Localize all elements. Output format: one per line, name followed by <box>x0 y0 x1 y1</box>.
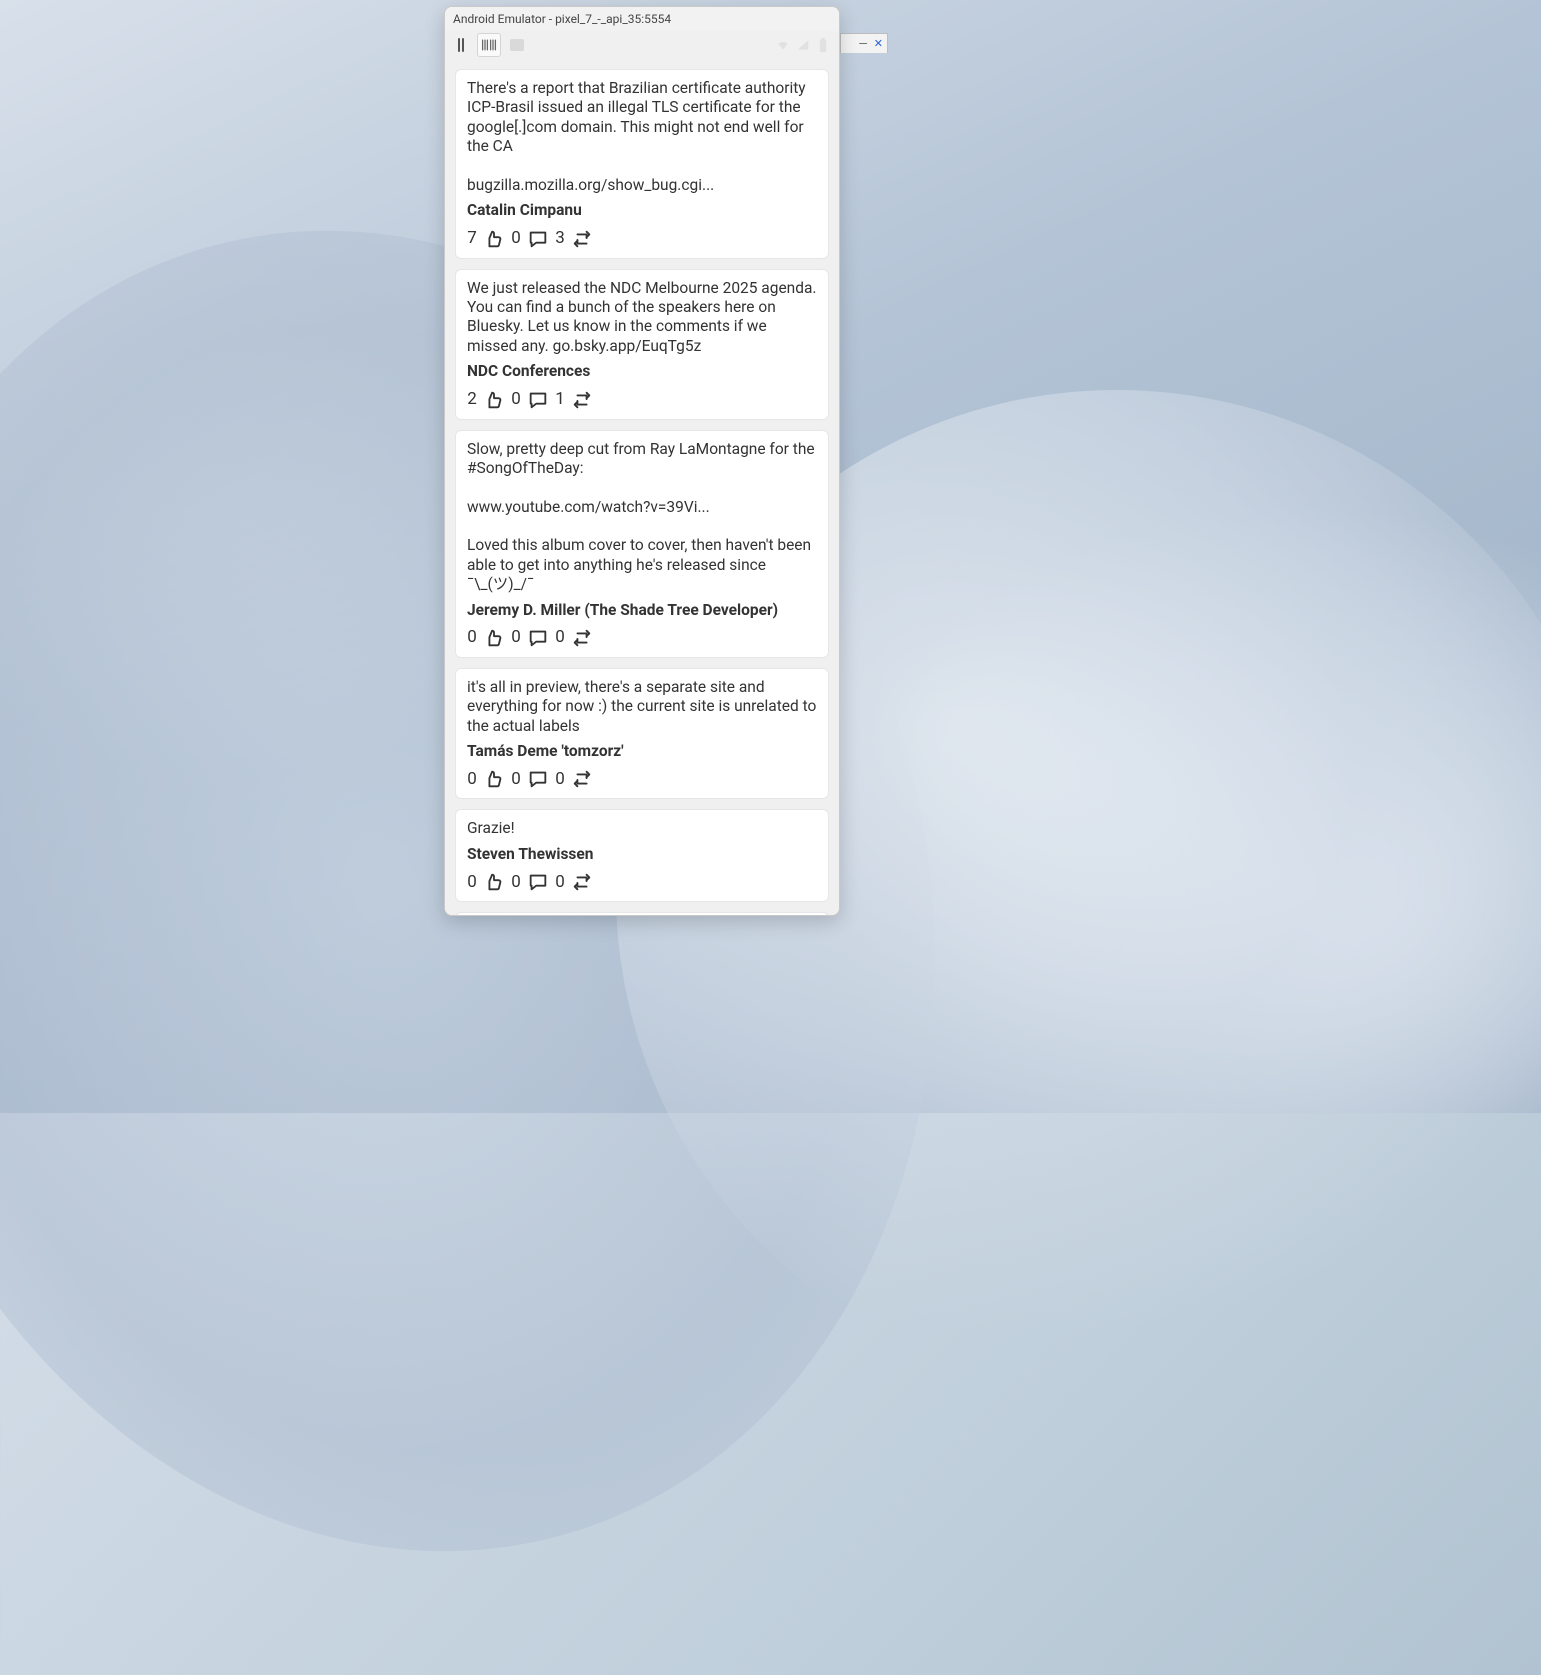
like-count: 0 <box>467 627 477 648</box>
post-body: it's all in preview, there's a separate … <box>467 678 817 736</box>
side-toolbar-titlebar[interactable]: — ✕ <box>840 33 888 53</box>
post-metrics: 7 0 3 <box>467 228 817 250</box>
post-author: Steven Thewissen <box>467 845 817 864</box>
reply-count: 0 <box>511 769 521 790</box>
repost-icon[interactable] <box>571 627 593 649</box>
battery-icon <box>815 37 831 53</box>
post-author: Catalin Cimpanu <box>467 201 817 220</box>
barcode-button[interactable] <box>477 33 501 57</box>
repost-icon[interactable] <box>571 871 593 893</box>
device-screen: There's a report that Brazilian certific… <box>445 31 839 916</box>
post-card[interactable]: Slow, pretty deep cut from Ray LaMontagn… <box>455 430 829 658</box>
repost-icon[interactable] <box>571 228 593 250</box>
reply-count: 0 <box>511 389 521 410</box>
repost-count: 0 <box>555 769 565 790</box>
reply-icon[interactable] <box>527 627 549 649</box>
repost-count: 3 <box>555 228 565 249</box>
like-icon[interactable] <box>483 228 505 250</box>
drag-handle-icon[interactable] <box>453 37 469 53</box>
reply-icon[interactable] <box>527 389 549 411</box>
card-icon <box>509 37 525 53</box>
reply-count: 0 <box>511 228 521 249</box>
post-card[interactable]: Just upgrade to an espresso martini to b… <box>455 912 829 916</box>
post-card[interactable]: We just released the NDC Melbourne 2025 … <box>455 269 829 420</box>
post-card[interactable]: it's all in preview, there's a separate … <box>455 668 829 800</box>
signal-icon <box>795 37 811 53</box>
like-icon[interactable] <box>483 768 505 790</box>
like-count: 0 <box>467 769 477 790</box>
like-icon[interactable] <box>483 871 505 893</box>
reply-count: 0 <box>511 872 521 893</box>
emulator-titlebar[interactable]: Android Emulator - pixel_7_-_api_35:5554 <box>445 7 839 31</box>
repost-icon[interactable] <box>571 768 593 790</box>
reply-icon[interactable] <box>527 871 549 893</box>
close-icon[interactable]: ✕ <box>874 38 883 49</box>
reply-icon[interactable] <box>527 768 549 790</box>
post-body: There's a report that Brazilian certific… <box>467 79 817 195</box>
barcode-icon <box>481 38 497 52</box>
minimize-icon[interactable]: — <box>858 38 867 50</box>
wifi-icon <box>775 37 791 53</box>
reply-icon[interactable] <box>527 228 549 250</box>
like-icon[interactable] <box>483 627 505 649</box>
like-icon[interactable] <box>483 389 505 411</box>
repost-icon[interactable] <box>571 389 593 411</box>
like-count: 0 <box>467 872 477 893</box>
post-metrics: 0 0 0 <box>467 871 817 893</box>
post-body: Grazie! <box>467 819 817 838</box>
post-author: Tamás Deme 'tomzorz' <box>467 742 817 761</box>
android-status-bar <box>445 31 839 59</box>
repost-count: 0 <box>555 627 565 648</box>
post-card[interactable]: There's a report that Brazilian certific… <box>455 69 829 259</box>
post-author: Jeremy D. Miller (The Shade Tree Develop… <box>467 601 817 620</box>
like-count: 7 <box>467 228 477 249</box>
post-author: NDC Conferences <box>467 362 817 381</box>
post-metrics: 0 0 0 <box>467 768 817 790</box>
repost-count: 0 <box>555 872 565 893</box>
like-count: 2 <box>467 389 477 410</box>
emulator-window: Android Emulator - pixel_7_-_api_35:5554 <box>444 6 840 916</box>
post-metrics: 2 0 1 <box>467 389 817 411</box>
emulator-title: Android Emulator - pixel_7_-_api_35:5554 <box>453 12 671 26</box>
repost-count: 1 <box>555 389 565 410</box>
post-metrics: 0 0 0 <box>467 627 817 649</box>
post-body: Slow, pretty deep cut from Ray LaMontagn… <box>467 440 817 595</box>
post-card[interactable]: Grazie! Steven Thewissen 0 0 0 <box>455 809 829 902</box>
post-body: We just released the NDC Melbourne 2025 … <box>467 279 817 357</box>
feed-list[interactable]: There's a report that Brazilian certific… <box>445 59 839 916</box>
reply-count: 0 <box>511 627 521 648</box>
